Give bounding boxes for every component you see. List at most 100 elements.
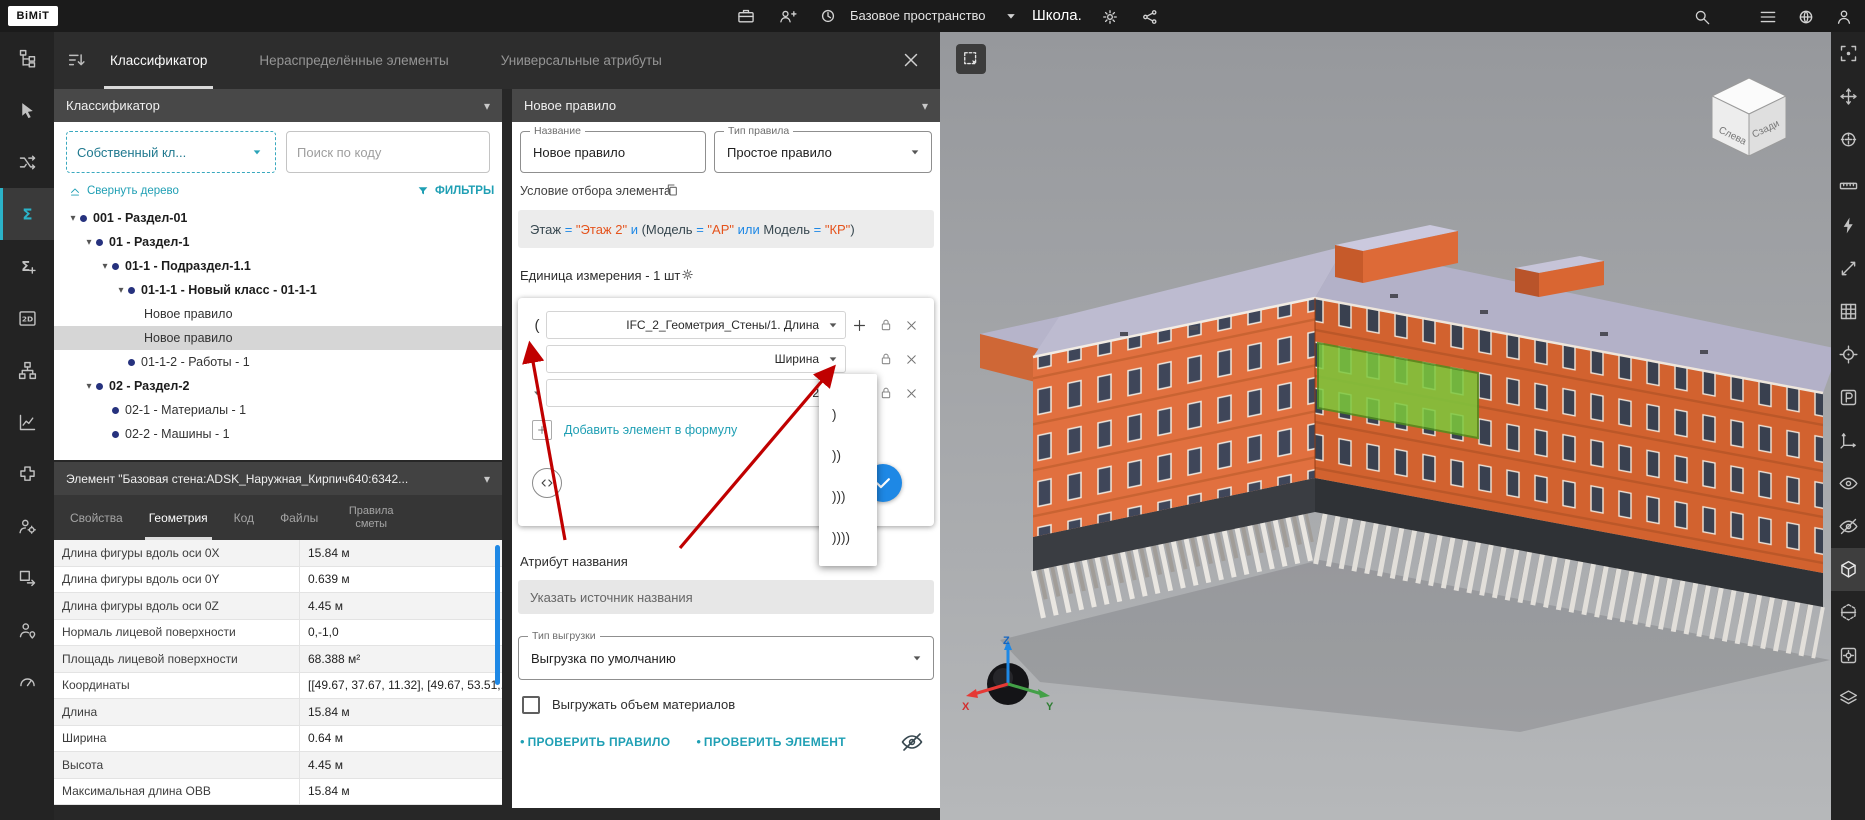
model-cube-button[interactable] <box>1831 548 1865 591</box>
sigma-plus-button[interactable]: Σ <box>0 240 54 292</box>
property-row[interactable]: Длина фигуры вдоль оси 0Y0.639 м <box>54 567 502 594</box>
section-button[interactable] <box>1831 118 1865 161</box>
operator-select-icon[interactable] <box>530 352 544 366</box>
rule-collapse-icon[interactable]: ▾ <box>922 99 928 113</box>
tree-expand-icon[interactable]: ▾ <box>114 285 128 296</box>
operator-select-icon[interactable] <box>530 386 544 400</box>
tree-item[interactable]: Новое правило <box>54 302 502 326</box>
axis-gizmo[interactable]: X Y Z <box>958 632 1058 732</box>
plugins-button[interactable] <box>0 448 54 500</box>
close-panel-icon[interactable] <box>900 49 922 71</box>
tree-item[interactable]: 01-1-2 - Работы - 1 <box>54 350 502 374</box>
code-search-input[interactable] <box>286 131 490 173</box>
property-row[interactable]: Нормаль лицевой поверхности0,-1,0 <box>54 620 502 647</box>
tree-item[interactable]: Новое правило <box>54 326 502 350</box>
classifier-section-header[interactable]: Классификатор ▾ <box>54 89 502 122</box>
element-section-header[interactable]: Элемент "Базовая стена:ADSK_Наружная_Кир… <box>54 462 502 495</box>
structure-button[interactable] <box>0 344 54 396</box>
tree-item[interactable]: ▾001 - Раздел-01 <box>54 206 502 230</box>
workspace-selector[interactable]: Базовое пространство <box>850 0 986 32</box>
tree-item[interactable]: ▾01-1 - Подраздел-1.1 <box>54 254 502 278</box>
lock-icon[interactable] <box>878 351 894 367</box>
sigma-button[interactable]: Σ <box>0 188 54 240</box>
navigation-cube[interactable]: Слева Сзади <box>1712 78 1786 156</box>
model-tree-button[interactable] <box>0 32 54 84</box>
unit-settings-icon[interactable] <box>680 267 695 282</box>
element-tab[interactable]: Геометрия <box>149 495 208 540</box>
property-row[interactable]: Длина фигуры вдоль оси 0X15.84 м <box>54 540 502 567</box>
element-tab[interactable]: Свойства <box>70 495 123 540</box>
layers-button[interactable] <box>1831 677 1865 720</box>
check-rule-button[interactable]: ПРОВЕРИТЬ ПРАВИЛО <box>528 735 671 749</box>
settings-box-button[interactable] <box>1831 634 1865 677</box>
table-scrollbar[interactable] <box>495 545 500 685</box>
pan-button[interactable] <box>1831 75 1865 118</box>
copy-icon[interactable] <box>664 182 680 198</box>
collapse-tree-button[interactable]: Свернуть дерево <box>68 184 179 198</box>
rule-section-header[interactable]: Новое правило ▾ <box>512 89 940 122</box>
section-box-button[interactable] <box>1831 591 1865 634</box>
panel-tab[interactable]: Классификатор <box>110 32 207 89</box>
dimension-button[interactable] <box>1831 247 1865 290</box>
tree-expand-icon[interactable]: ▾ <box>82 237 96 248</box>
panel-menu-icon[interactable] <box>66 49 88 71</box>
3d-viewport[interactable]: Слева Сзади X Y Z <box>940 32 1831 820</box>
property-row[interactable]: Длина15.84 м <box>54 699 502 726</box>
hide-element-icon[interactable] <box>900 730 924 754</box>
menu-list-icon[interactable] <box>1758 7 1778 27</box>
code-view-button[interactable] <box>532 468 562 498</box>
property-row[interactable]: Максимальная длина ОВВ15.84 м <box>54 779 502 806</box>
globe-clock-icon[interactable] <box>1796 7 1816 27</box>
remove-row-icon[interactable] <box>904 386 919 401</box>
property-row[interactable]: Длина фигуры вдоль оси 0Z4.45 м <box>54 593 502 620</box>
tree-item[interactable]: ▾01-1-1 - Новый класс - 01-1-1 <box>54 278 502 302</box>
field-caret-icon[interactable] <box>825 317 841 333</box>
paren-option[interactable]: ) <box>819 394 877 435</box>
tree-item[interactable]: 02-1 - Материалы - 1 <box>54 398 502 422</box>
property-row[interactable]: Координаты[[49.67, 37.67, 11.32], [49.67… <box>54 673 502 700</box>
tree-item[interactable]: 02-2 - Машины - 1 <box>54 422 502 446</box>
materials-volume-checkbox[interactable] <box>522 696 540 714</box>
lock-icon[interactable] <box>878 385 894 401</box>
tree-expand-icon[interactable]: ▾ <box>66 213 80 224</box>
formula-field[interactable]: IFC_2_Геометрия_Стены/1. Длина <box>546 311 846 339</box>
history-icon[interactable] <box>818 6 838 26</box>
building-model[interactable] <box>940 32 1831 820</box>
workspace-caret-icon[interactable] <box>1002 7 1020 25</box>
attr-source-field[interactable]: Указать источник названия <box>518 580 934 614</box>
relations-button[interactable] <box>0 136 54 188</box>
export-model-button[interactable] <box>0 552 54 604</box>
element-tab[interactable]: Файлы <box>280 495 318 540</box>
remove-row-icon[interactable] <box>904 352 919 367</box>
paren-option[interactable]: ))) <box>819 476 877 517</box>
classifier-select[interactable]: Собственный кл... <box>66 131 276 173</box>
rule-type-select[interactable]: Тип правила Простое правило <box>714 131 932 173</box>
axes-button[interactable] <box>1831 419 1865 462</box>
element-tab[interactable]: Код <box>234 495 254 540</box>
tree-expand-icon[interactable]: ▾ <box>82 381 96 392</box>
property-row[interactable]: Высота4.45 м <box>54 752 502 779</box>
element-collapse-icon[interactable]: ▾ <box>484 472 490 486</box>
remove-row-icon[interactable] <box>904 318 919 333</box>
filters-button[interactable]: ФИЛЬТРЫ <box>416 184 494 198</box>
field-caret-icon[interactable] <box>825 351 841 367</box>
account-icon[interactable] <box>1834 7 1854 27</box>
lightning-button[interactable] <box>1831 204 1865 247</box>
add-operand-icon[interactable] <box>851 317 868 334</box>
property-row[interactable]: Ширина0.64 м <box>54 726 502 753</box>
parking-button[interactable] <box>1831 376 1865 419</box>
tree-item[interactable]: ▾02 - Раздел-2 <box>54 374 502 398</box>
tree-item[interactable]: ▾01 - Раздел-1 <box>54 230 502 254</box>
fit-view-button[interactable] <box>1831 32 1865 75</box>
project-settings-icon[interactable] <box>1100 7 1120 27</box>
target-button[interactable] <box>1831 333 1865 376</box>
dashboard-button[interactable] <box>0 656 54 708</box>
formula-field[interactable]: 2 <box>546 379 846 407</box>
check-element-button[interactable]: ПРОВЕРИТЬ ЭЛЕМЕНТ <box>704 735 846 749</box>
export-type-select[interactable]: Тип выгрузки Выгрузка по умолчанию <box>518 636 934 680</box>
select-button[interactable] <box>0 84 54 136</box>
user-pin-button[interactable] <box>0 604 54 656</box>
app-logo[interactable]: BiMiT <box>8 6 58 26</box>
search-icon[interactable] <box>1692 7 1712 27</box>
panel-tab[interactable]: Нераспределённые элементы <box>259 32 448 89</box>
